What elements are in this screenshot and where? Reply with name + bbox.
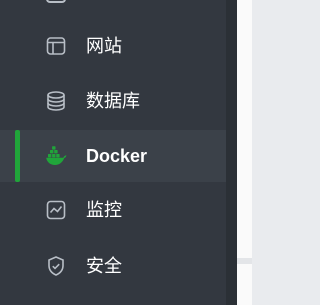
database-icon: [44, 89, 68, 113]
sidebar-item-security[interactable]: 安全: [0, 240, 226, 292]
sidebar-item-label: 网站: [86, 36, 122, 56]
sidebar: 网站 数据库 Docker 监控 安全: [0, 0, 226, 305]
sidebar-item-database[interactable]: 数据库: [0, 75, 226, 127]
sidebar-item-website[interactable]: 网站: [0, 20, 226, 72]
active-indicator: [15, 130, 20, 182]
sidebar-item-label: Docker: [86, 146, 148, 166]
security-shield-icon: [44, 254, 68, 278]
sidebar-item-label: 数据库: [86, 91, 140, 111]
content-divider: [237, 258, 252, 264]
sidebar-item-label: 安全: [86, 256, 122, 276]
sidebar-item-label: 监控: [86, 200, 122, 220]
sidebar-item-docker[interactable]: Docker: [0, 130, 226, 182]
docker-icon: [44, 144, 68, 168]
sidebar-edge: [226, 0, 237, 305]
website-icon: [44, 34, 68, 58]
sidebar-item-monitor[interactable]: 监控: [0, 184, 226, 236]
monitor-icon: [44, 198, 68, 222]
partial-menu-icon: [46, 0, 66, 3]
